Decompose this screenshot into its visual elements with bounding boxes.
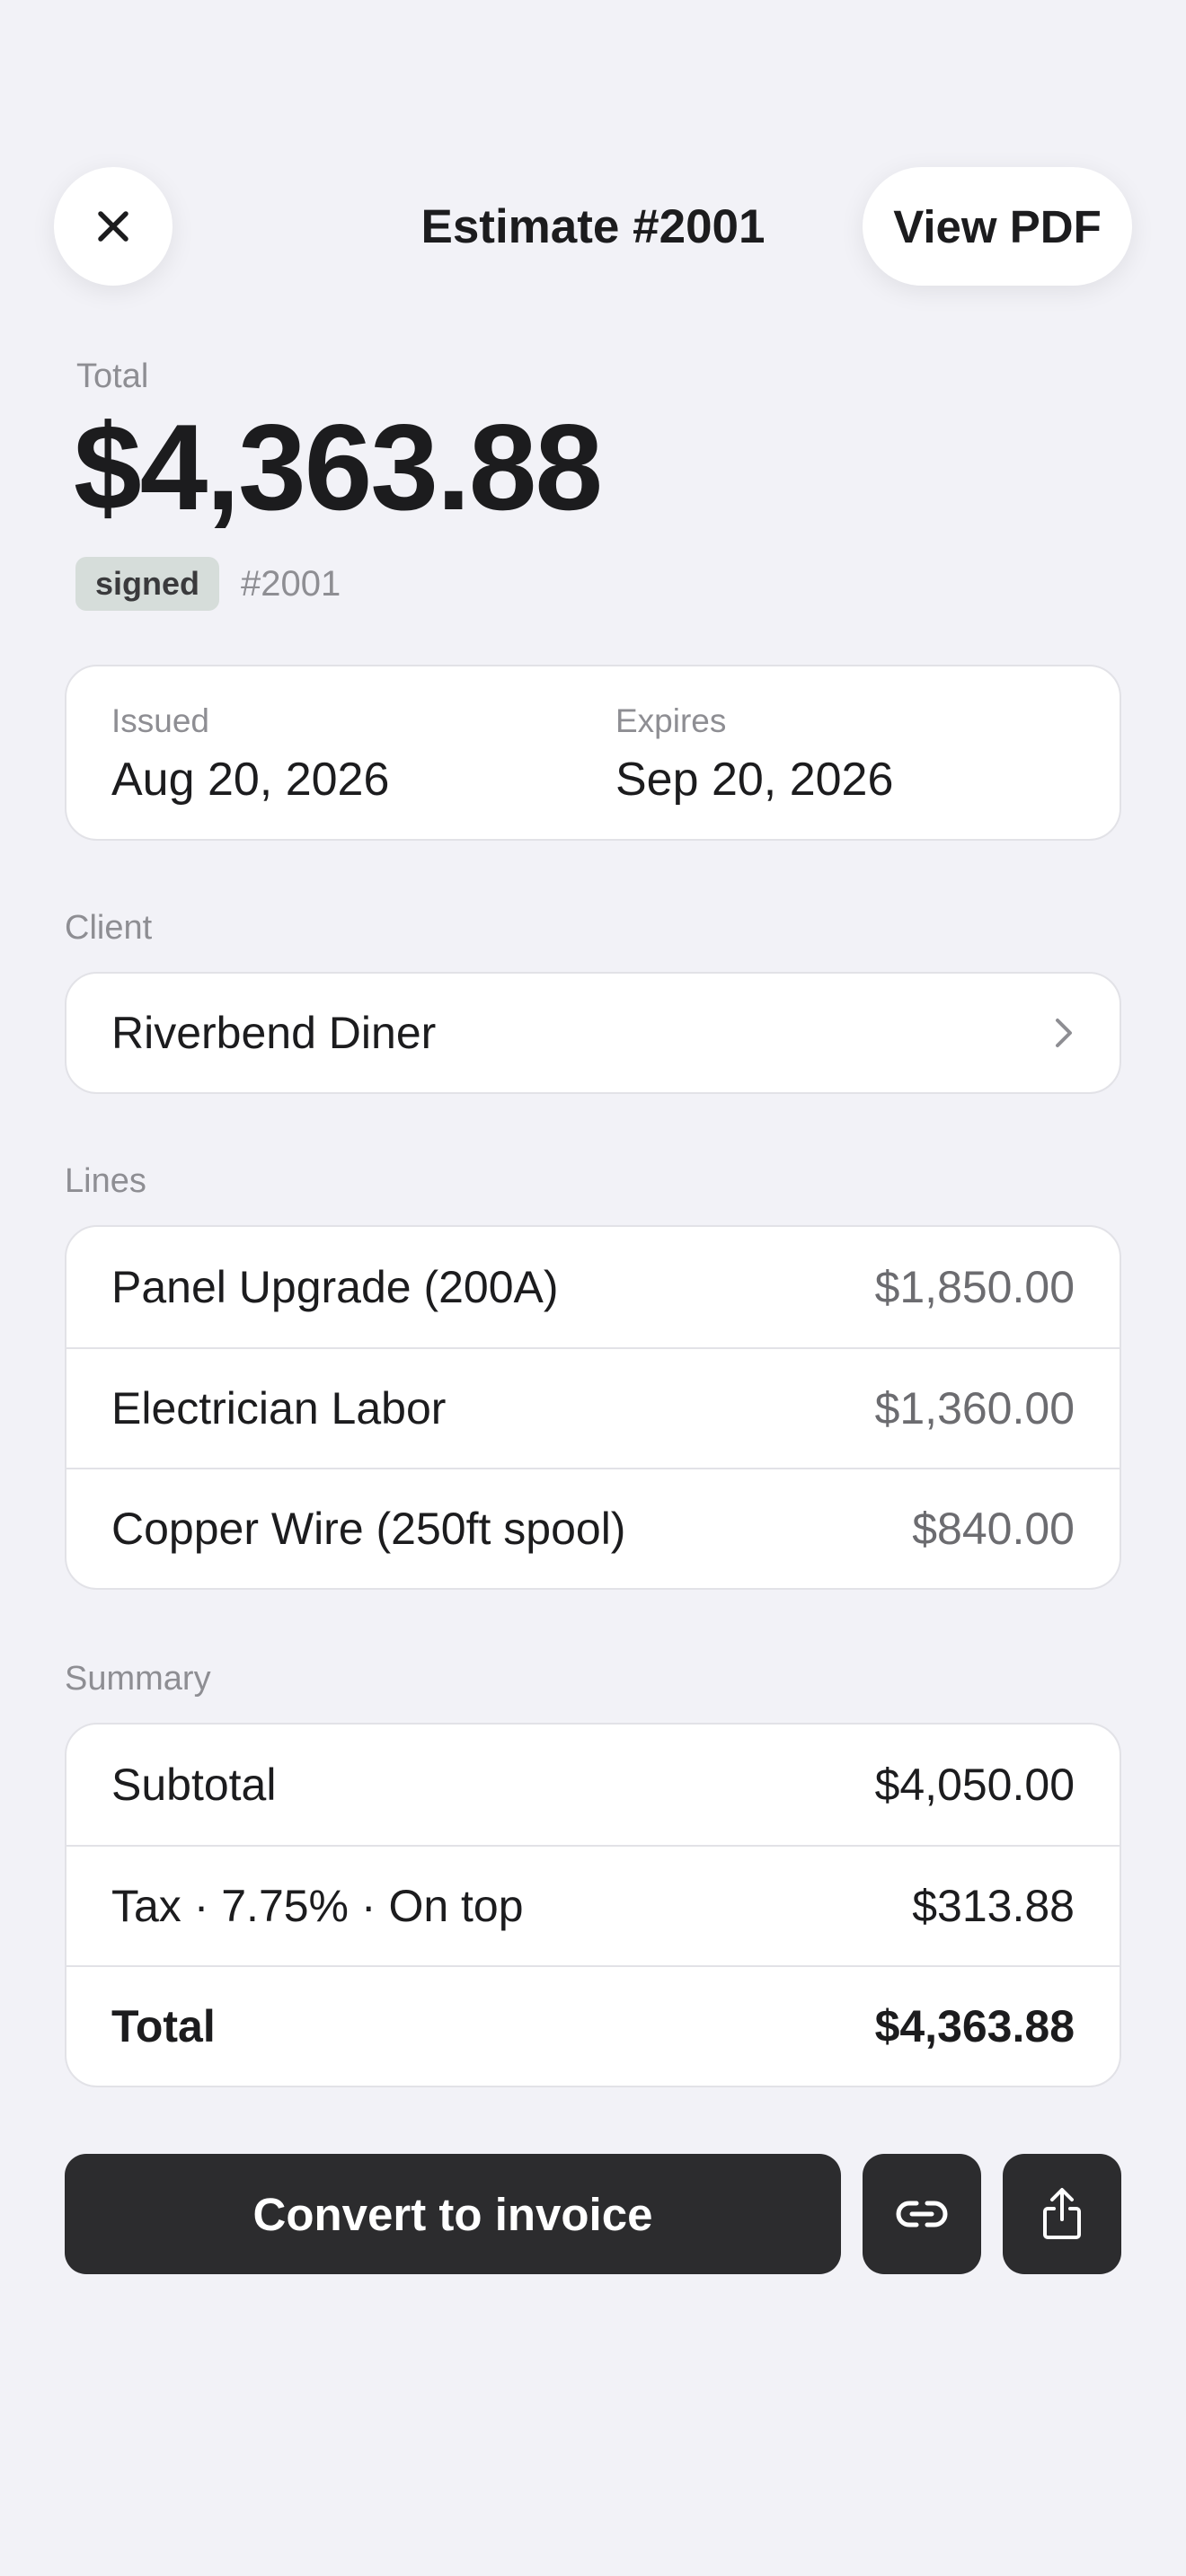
share-button[interactable] — [1003, 2154, 1121, 2274]
convert-to-invoice-button[interactable]: Convert to invoice — [65, 2154, 841, 2274]
estimate-number: #2001 — [241, 563, 341, 604]
total-row: Total $4,363.88 — [66, 1965, 1120, 2086]
summary-section-label: Summary — [65, 1660, 211, 1698]
chevron-right-icon — [1053, 1017, 1075, 1049]
line-item[interactable]: Electrician Labor $1,360.00 — [66, 1347, 1120, 1468]
tax-row: Tax · 7.75% · On top $313.88 — [66, 1845, 1120, 1965]
line-item-amount: $1,850.00 — [874, 1262, 1075, 1312]
share-icon — [1043, 2188, 1081, 2239]
copy-link-button[interactable] — [863, 2154, 981, 2274]
dates-card: Issued Aug 20, 2026 Expires Sep 20, 2026 — [65, 665, 1121, 841]
line-item-name: Copper Wire (250ft spool) — [111, 1504, 626, 1554]
total-label: Total — [76, 357, 149, 395]
tax-value: $313.88 — [912, 1881, 1075, 1931]
subtotal-value: $4,050.00 — [874, 1760, 1075, 1810]
issued-date: Issued Aug 20, 2026 — [111, 702, 389, 807]
status-badge: signed — [75, 557, 220, 611]
lines-card: Panel Upgrade (200A) $1,850.00 Electrici… — [65, 1225, 1121, 1590]
line-item[interactable]: Copper Wire (250ft spool) $840.00 — [66, 1468, 1120, 1588]
client-name: Riverbend Diner — [111, 1008, 437, 1058]
issued-value: Aug 20, 2026 — [111, 754, 390, 806]
close-icon — [98, 211, 128, 242]
summary-total-label: Total — [111, 2001, 216, 2051]
line-item-amount: $1,360.00 — [874, 1383, 1075, 1434]
lines-section-label: Lines — [65, 1162, 146, 1200]
status-row: signed #2001 — [75, 557, 341, 611]
client-row[interactable]: Riverbend Diner — [65, 972, 1121, 1094]
subtotal-label: Subtotal — [111, 1760, 277, 1810]
client-section-label: Client — [65, 909, 153, 947]
total-amount: $4,363.88 — [74, 399, 603, 535]
link-icon — [896, 2201, 948, 2228]
line-item-amount: $840.00 — [912, 1504, 1075, 1554]
view-pdf-button[interactable]: View PDF — [863, 167, 1132, 286]
line-item-name: Electrician Labor — [111, 1383, 447, 1434]
tax-label: Tax · 7.75% · On top — [111, 1881, 524, 1931]
action-bar: Convert to invoice — [65, 2154, 1121, 2274]
summary-card: Subtotal $4,050.00 Tax · 7.75% · On top … — [65, 1723, 1121, 2087]
line-item-name: Panel Upgrade (200A) — [111, 1262, 559, 1312]
line-item[interactable]: Panel Upgrade (200A) $1,850.00 — [66, 1227, 1120, 1347]
issued-label: Issued — [111, 702, 210, 739]
summary-total-value: $4,363.88 — [874, 2001, 1075, 2051]
close-button[interactable] — [54, 167, 173, 286]
subtotal-row: Subtotal $4,050.00 — [66, 1725, 1120, 1845]
header-bar: Estimate #2001 View PDF — [0, 0, 1186, 287]
expires-date: Expires Sep 20, 2026 — [615, 702, 893, 807]
expires-value: Sep 20, 2026 — [615, 754, 894, 806]
expires-label: Expires — [615, 702, 727, 739]
